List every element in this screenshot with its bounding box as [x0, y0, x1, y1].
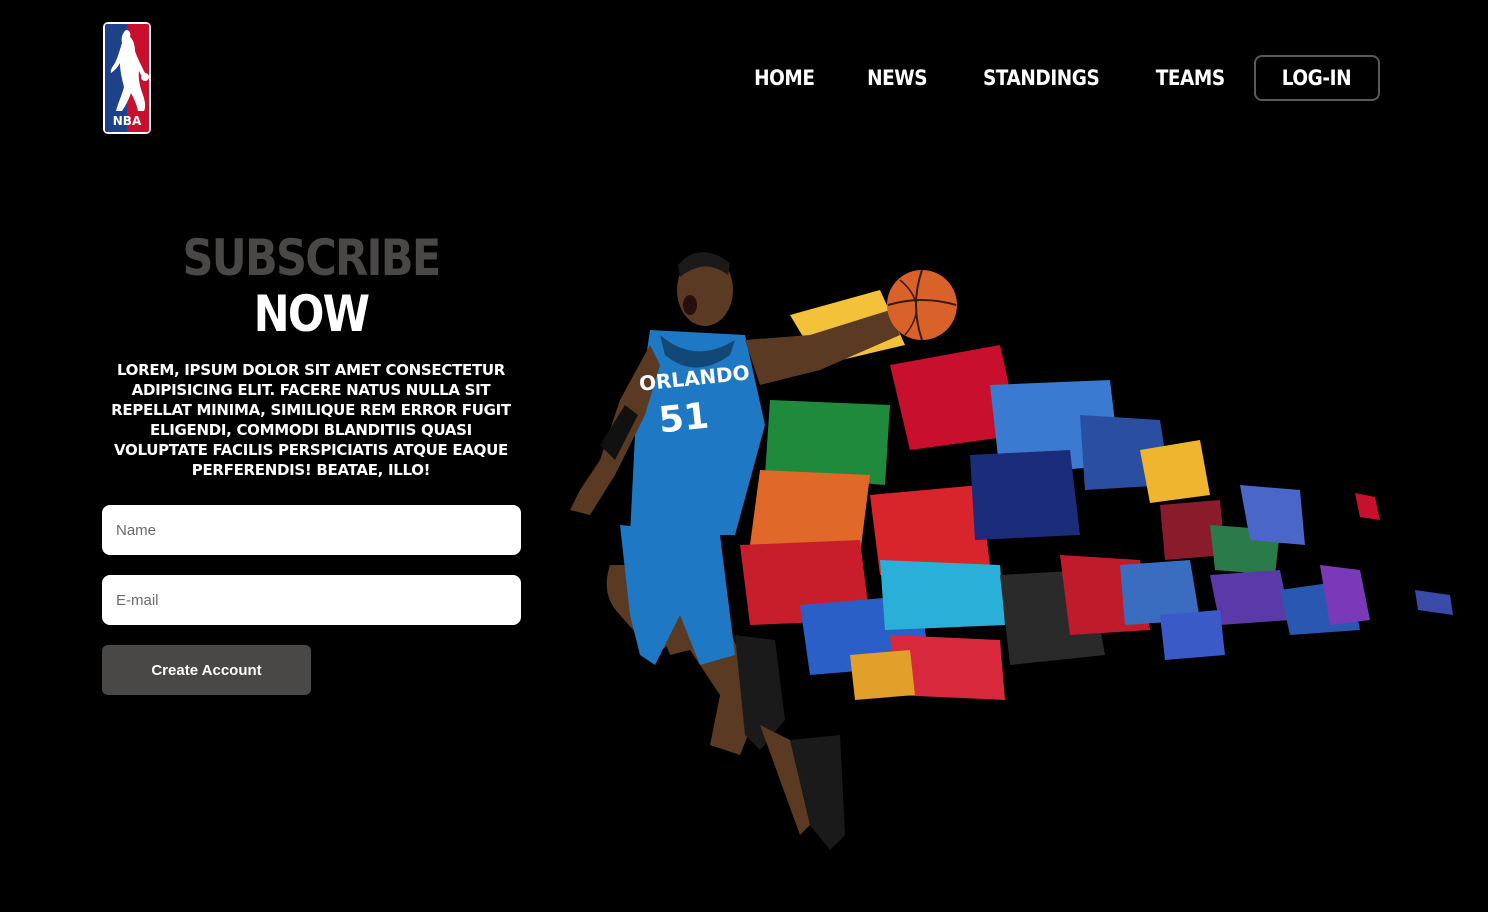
jersey-blue-6: [1160, 610, 1225, 660]
subscribe-title-now: NOW: [253, 285, 371, 343]
nba-logo-icon: NBA: [103, 22, 151, 134]
login-button-label: LOG-IN: [1281, 66, 1352, 90]
jersey-purple-1: [1210, 570, 1290, 625]
jersey-gold-1: [1140, 440, 1210, 503]
email-input[interactable]: [102, 575, 521, 625]
jersey-teal-1: [880, 560, 1005, 630]
nav-home-link[interactable]: HOME: [735, 66, 834, 90]
basketball-player-illustration: ORLANDO 51: [570, 251, 1453, 850]
jersey-red-small: [1355, 493, 1380, 520]
jersey-blue-small: [1415, 590, 1453, 615]
jersey-navy-1: [970, 450, 1080, 540]
jersey-blue-5: [1240, 485, 1305, 545]
nav-standings-link[interactable]: STANDINGS: [963, 66, 1118, 90]
main-nav: HOME NEWS STANDINGS TEAMS LOG-IN: [728, 54, 1380, 102]
nba-logo[interactable]: NBA: [102, 21, 152, 135]
subscribe-section: SUBSCRIBE NOW LOREM, IPSUM DOLOR SIT AME…: [102, 230, 520, 480]
jersey-number: 51: [657, 396, 711, 442]
hero-image: ORLANDO 51: [560, 235, 1460, 865]
jersey-gold-2: [850, 650, 915, 700]
subscribe-title: SUBSCRIBE: [182, 229, 442, 287]
login-button[interactable]: LOG-IN: [1253, 55, 1380, 101]
create-account-button[interactable]: Create Account: [102, 645, 311, 695]
logo-text: NBA: [113, 114, 142, 128]
nav-teams-link[interactable]: TEAMS: [1137, 66, 1245, 90]
nav-news-link[interactable]: NEWS: [847, 66, 946, 90]
subscribe-description: LOREM, IPSUM DOLOR SIT AMET CONSECTETUR …: [111, 361, 511, 479]
name-input[interactable]: [102, 505, 521, 555]
